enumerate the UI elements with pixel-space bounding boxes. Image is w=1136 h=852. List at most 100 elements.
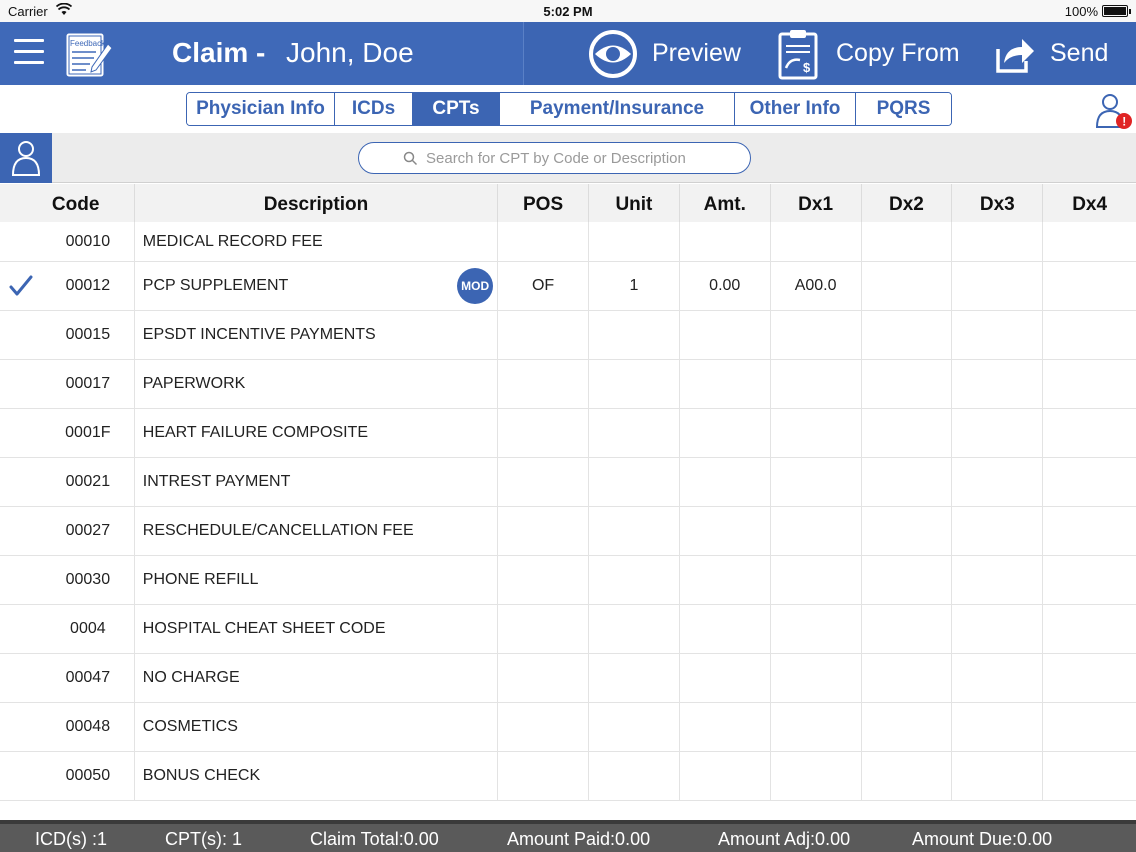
cell-dx1[interactable] (771, 507, 862, 555)
cell-unit[interactable] (589, 556, 680, 604)
cell-dx2[interactable] (862, 458, 953, 506)
table-row[interactable]: 00010 MEDICAL RECORD FEE (0, 222, 1136, 262)
row-select-cell[interactable] (0, 458, 42, 506)
table-row[interactable]: 00030 PHONE REFILL (0, 556, 1136, 605)
row-select-cell[interactable] (0, 311, 42, 359)
table-row[interactable]: 00050 BONUS CHECK (0, 752, 1136, 801)
feedback-icon[interactable]: Feedback (64, 30, 114, 78)
cell-pos[interactable] (498, 360, 589, 408)
tab-payment-insurance[interactable]: Payment/Insurance (500, 93, 735, 125)
copy-from-button[interactable]: $ Copy From (776, 22, 960, 85)
modifier-button[interactable]: MOD (457, 268, 494, 304)
row-select-cell[interactable] (0, 752, 42, 800)
row-select-cell[interactable] (0, 262, 42, 310)
row-select-cell[interactable] (0, 409, 42, 457)
cell-dx1[interactable] (771, 654, 862, 702)
cell-dx3[interactable] (952, 605, 1044, 653)
tab-pqrs[interactable]: PQRS (856, 93, 951, 125)
cell-dx4[interactable] (1043, 654, 1136, 702)
row-select-cell[interactable] (0, 703, 42, 751)
cell-pos[interactable] (498, 703, 589, 751)
cell-dx2[interactable] (862, 507, 953, 555)
preview-button[interactable]: Preview (588, 22, 741, 85)
tab-physician-info[interactable]: Physician Info (187, 93, 335, 125)
cell-amt[interactable] (680, 409, 771, 457)
cell-pos[interactable] (498, 556, 589, 604)
cell-pos[interactable] (498, 605, 589, 653)
row-select-cell[interactable] (0, 222, 42, 261)
cell-dx1[interactable] (771, 360, 862, 408)
cell-amt[interactable] (680, 703, 771, 751)
cell-dx4[interactable] (1043, 409, 1136, 457)
cell-dx3[interactable] (952, 409, 1044, 457)
cell-amt[interactable] (680, 556, 771, 604)
cell-dx1[interactable] (771, 222, 862, 261)
cell-dx3[interactable] (952, 262, 1044, 310)
cell-dx4[interactable] (1043, 360, 1136, 408)
cell-dx3[interactable] (952, 360, 1044, 408)
cell-dx3[interactable] (952, 703, 1044, 751)
cell-unit[interactable]: 1 (589, 262, 680, 310)
cell-unit[interactable] (589, 409, 680, 457)
cell-dx2[interactable] (862, 360, 953, 408)
row-select-cell[interactable] (0, 654, 42, 702)
row-select-cell[interactable] (0, 507, 42, 555)
send-button[interactable]: Send (994, 22, 1108, 85)
tab-other-info[interactable]: Other Info (735, 93, 856, 125)
cell-amt[interactable] (680, 360, 771, 408)
menu-icon[interactable] (14, 39, 46, 67)
cell-unit[interactable] (589, 507, 680, 555)
cell-dx4[interactable] (1043, 507, 1136, 555)
cell-dx3[interactable] (952, 556, 1044, 604)
cell-pos[interactable] (498, 409, 589, 457)
cell-unit[interactable] (589, 703, 680, 751)
cell-dx4[interactable] (1043, 458, 1136, 506)
cell-dx4[interactable] (1043, 556, 1136, 604)
cell-dx2[interactable] (862, 605, 953, 653)
user-alert-icon[interactable]: ! (1094, 91, 1134, 131)
table-row[interactable]: 00017 PAPERWORK (0, 360, 1136, 409)
cell-unit[interactable] (589, 360, 680, 408)
cell-pos[interactable] (498, 222, 589, 261)
search-box[interactable] (358, 142, 751, 174)
cell-amt[interactable] (680, 222, 771, 261)
cell-dx2[interactable] (862, 556, 953, 604)
table-row[interactable]: 00015 EPSDT INCENTIVE PAYMENTS (0, 311, 1136, 360)
table-row[interactable]: 00048 COSMETICS (0, 703, 1136, 752)
cell-dx2[interactable] (862, 703, 953, 751)
tab-cpts[interactable]: CPTs (413, 93, 500, 125)
cell-unit[interactable] (589, 311, 680, 359)
tab-icds[interactable]: ICDs (335, 93, 413, 125)
cell-unit[interactable] (589, 752, 680, 800)
search-input[interactable] (426, 149, 706, 167)
cell-dx2[interactable] (862, 654, 953, 702)
cell-dx1[interactable] (771, 458, 862, 506)
cell-dx4[interactable] (1043, 703, 1136, 751)
table-row[interactable]: 0004 HOSPITAL CHEAT SHEET CODE (0, 605, 1136, 654)
cell-dx1[interactable] (771, 703, 862, 751)
table-row[interactable]: 00012 PCP SUPPLEMENT MOD OF 1 0.00 A00.0 (0, 262, 1136, 311)
cell-dx4[interactable] (1043, 222, 1136, 261)
cell-dx1[interactable]: A00.0 (771, 262, 862, 310)
cell-dx4[interactable] (1043, 262, 1136, 310)
row-select-cell[interactable] (0, 556, 42, 604)
table-row[interactable]: 00021 INTREST PAYMENT (0, 458, 1136, 507)
cell-dx2[interactable] (862, 262, 953, 310)
cell-pos[interactable] (498, 458, 589, 506)
cell-dx1[interactable] (771, 556, 862, 604)
cell-amt[interactable] (680, 311, 771, 359)
cell-amt[interactable] (680, 752, 771, 800)
cell-dx3[interactable] (952, 222, 1044, 261)
cell-dx3[interactable] (952, 458, 1044, 506)
cell-amt[interactable] (680, 605, 771, 653)
row-select-cell[interactable] (0, 360, 42, 408)
cell-dx4[interactable] (1043, 311, 1136, 359)
cell-dx3[interactable] (952, 507, 1044, 555)
cell-dx4[interactable] (1043, 605, 1136, 653)
cell-unit[interactable] (589, 222, 680, 261)
cell-unit[interactable] (589, 654, 680, 702)
cell-pos[interactable] (498, 752, 589, 800)
cell-dx3[interactable] (952, 752, 1044, 800)
cell-dx3[interactable] (952, 654, 1044, 702)
cell-unit[interactable] (589, 458, 680, 506)
